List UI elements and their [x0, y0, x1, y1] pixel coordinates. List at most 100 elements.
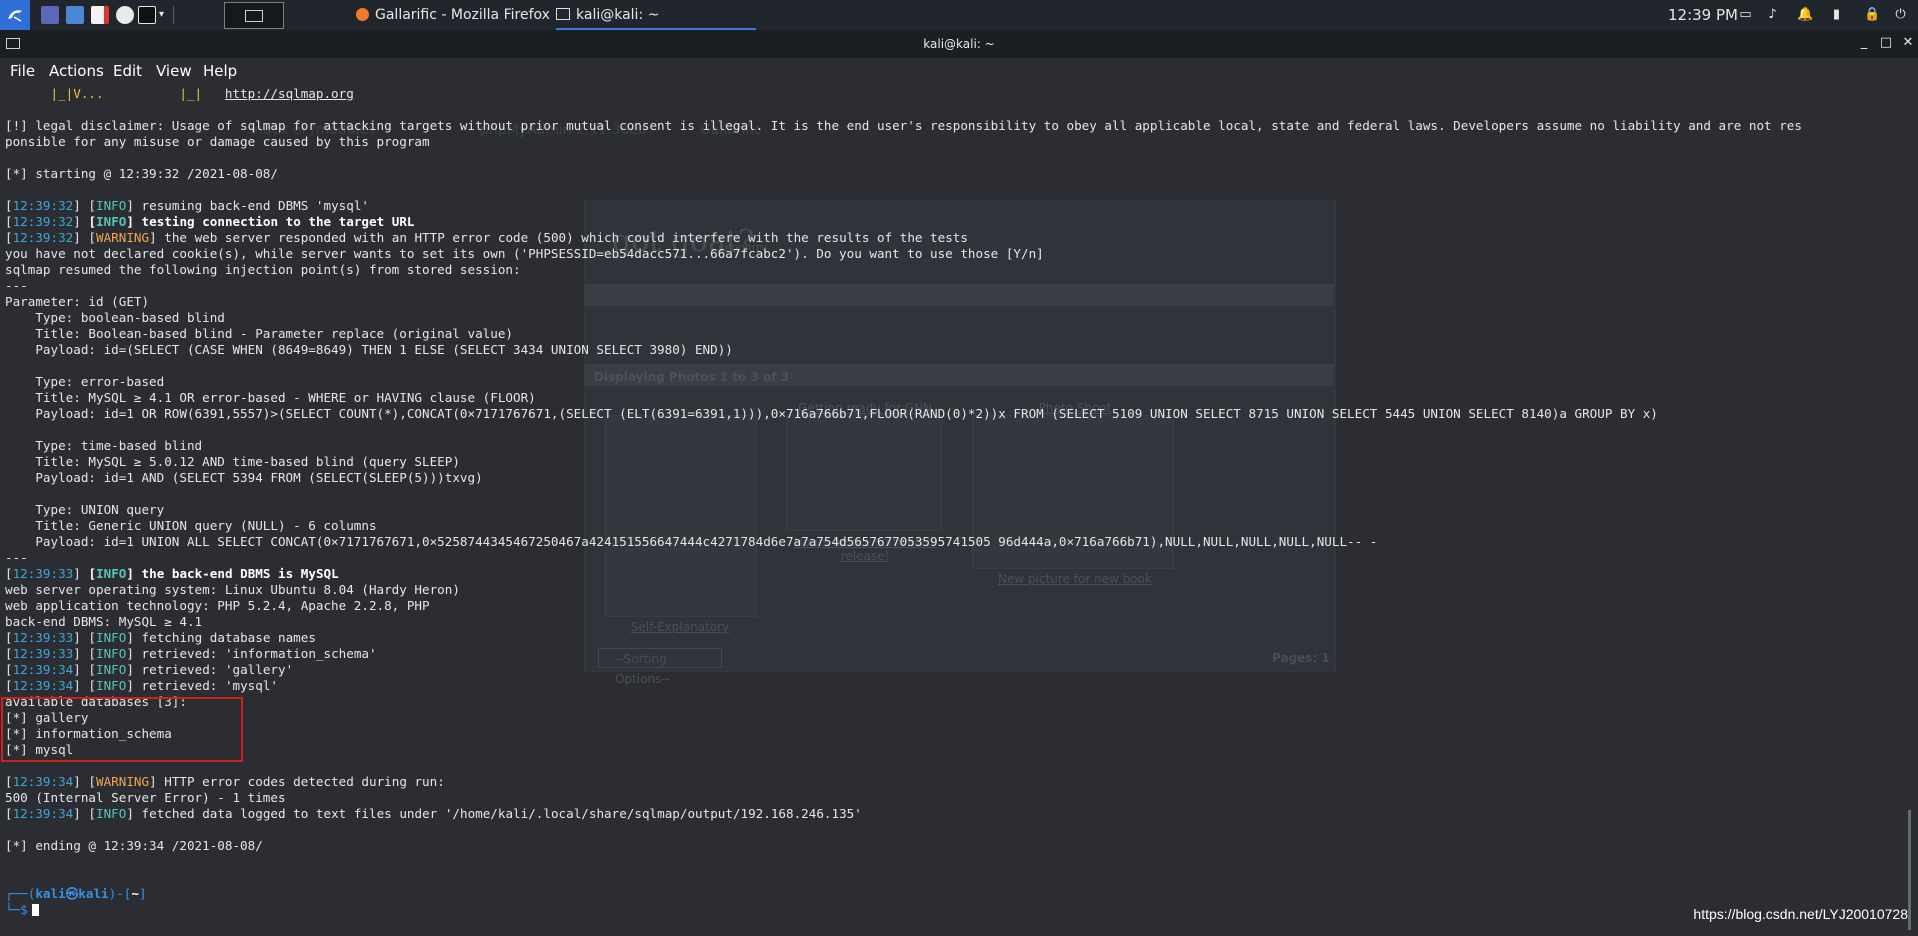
log-level: INFO	[96, 214, 127, 229]
file-manager-icon[interactable]	[66, 6, 84, 24]
tech-line: web application technology: PHP 5.2.4, A…	[5, 598, 430, 613]
menu-edit[interactable]: Edit	[113, 62, 142, 80]
terminal-icon[interactable]	[138, 6, 156, 24]
log-level: INFO	[96, 806, 127, 821]
battery-icon[interactable]: ▮	[1829, 7, 1844, 22]
parameter-line: Parameter: id (GET)	[5, 294, 150, 309]
panel-separator	[173, 6, 174, 24]
timestamp: 12:39:33	[12, 646, 74, 661]
firefox-icon[interactable]	[116, 6, 134, 24]
timestamp: 12:39:34	[12, 662, 74, 677]
log-level: INFO	[96, 678, 127, 693]
volume-icon[interactable]: ♪	[1765, 7, 1780, 22]
log-level: INFO	[96, 566, 127, 581]
kali-menu-icon[interactable]	[0, 0, 30, 30]
disclaimer-line: [!] legal disclaimer: Usage of sqlmap fo…	[5, 118, 1802, 133]
window-title: kali@kali: ~	[923, 37, 995, 51]
power-icon[interactable]: ⏻	[1893, 7, 1908, 22]
chevron-down-icon[interactable]: ▾	[159, 6, 169, 24]
log-level: INFO	[96, 662, 127, 677]
log-message: the back-end DBMS is MySQL	[133, 566, 339, 581]
log-level: INFO	[96, 630, 127, 645]
log-level: INFO	[96, 198, 127, 213]
inj-payload: Payload: id=1 AND (SELECT 5394 FROM (SEL…	[5, 470, 483, 485]
top-panel: ▾ Gallarific - Mozilla Firefox kali@kali…	[0, 0, 1918, 30]
separator-line: ---	[5, 550, 28, 565]
menubar: File Actions Edit View Help	[0, 58, 1918, 84]
window-titlebar[interactable]: kali@kali: ~ _ □ ✕	[0, 30, 1918, 58]
banner-art: |_|V... |_|	[50, 86, 203, 101]
log-line: [12:39:32] [INFO] testing connection to …	[5, 214, 415, 229]
log-line: [12:39:33] [INFO] fetching database name…	[5, 630, 316, 645]
timestamp: 12:39:34	[12, 678, 74, 693]
desktop-icon[interactable]	[41, 6, 59, 24]
disclaimer-line: ponsible for any misuse or damage caused…	[5, 134, 430, 149]
prompt-at: ㉿	[65, 886, 79, 901]
inj-title: Title: Generic UNION query (NULL) - 6 co…	[5, 518, 377, 533]
log-message: testing connection to the target URL	[133, 214, 415, 229]
menu-view[interactable]: View	[156, 62, 192, 80]
terminal-output[interactable]: |_|V... |_| http://sqlmap.org [!] legal …	[5, 84, 1905, 924]
prompt-close: ]	[138, 886, 147, 901]
timestamp: 12:39:32	[12, 214, 74, 229]
log-line: [12:39:34] [INFO] retrieved: 'mysql'	[5, 678, 279, 693]
separator-line: ---	[5, 278, 28, 293]
menu-actions[interactable]: Actions	[49, 62, 104, 80]
log-message: the web server responded with an HTTP er…	[156, 230, 968, 245]
ending-line: [*] ending @ 12:39:34 /2021-08-08/	[5, 838, 263, 853]
prompt-line-2[interactable]: └─$	[5, 902, 39, 918]
databases-highlight-box	[1, 697, 243, 762]
taskbar-terminal[interactable]: kali@kali: ~	[556, 0, 756, 30]
log-message: retrieved: 'mysql'	[133, 678, 279, 693]
menu-help[interactable]: Help	[203, 62, 237, 80]
lock-icon[interactable]: 🔒	[1864, 7, 1880, 22]
banner-url[interactable]: http://sqlmap.org	[225, 86, 354, 101]
timestamp: 12:39:32	[12, 198, 74, 213]
timestamp: 12:39:33	[12, 566, 74, 581]
prompt-open: ┌──(	[5, 886, 36, 901]
log-line: [12:39:34] [INFO] fetched data logged to…	[5, 806, 862, 821]
cookie-question: you have not declared cookie(s), while s…	[5, 246, 1044, 261]
log-line: [12:39:34] [WARNING] HTTP error codes de…	[5, 774, 445, 789]
log-line: [12:39:33] [INFO] retrieved: 'informatio…	[5, 646, 377, 661]
prompt-mid: )-[	[108, 886, 132, 901]
workspace-switcher[interactable]	[224, 2, 284, 29]
menu-file[interactable]: File	[10, 62, 35, 80]
log-level: WARNING	[96, 230, 150, 245]
display-icon[interactable]: ▭	[1738, 7, 1753, 22]
clock[interactable]: 12:39 PM	[1668, 0, 1738, 30]
log-message: fetched data logged to text files under …	[133, 806, 862, 821]
close-button[interactable]: ✕	[1900, 35, 1916, 51]
log-level: INFO	[96, 646, 127, 661]
taskbar-firefox-label: Gallarific - Mozilla Firefox	[375, 7, 550, 23]
log-message: resuming back-end DBMS 'mysql'	[133, 198, 369, 213]
maximize-button[interactable]: □	[1878, 35, 1894, 51]
prompt-dir: ~	[131, 886, 139, 901]
log-level: WARNING	[96, 774, 150, 789]
dbms-line: back-end DBMS: MySQL ≥ 4.1	[5, 614, 203, 629]
inj-type: Type: error-based	[5, 374, 165, 389]
inj-title: Title: Boolean-based blind - Parameter r…	[5, 326, 513, 341]
log-message: retrieved: 'gallery'	[133, 662, 294, 677]
watermark: https://blog.csdn.net/LYJ20010728	[1693, 906, 1908, 922]
notification-bell-icon[interactable]: 🔔	[1797, 7, 1813, 22]
minimize-button[interactable]: _	[1856, 35, 1872, 51]
log-line: [12:39:32] [INFO] resuming back-end DBMS…	[5, 198, 369, 213]
terminal-scrollbar[interactable]	[1908, 810, 1911, 930]
timestamp: 12:39:33	[12, 630, 74, 645]
inj-payload: Payload: id=1 UNION ALL SELECT CONCAT(0×…	[5, 534, 1378, 549]
os-line: web server operating system: Linux Ubunt…	[5, 582, 460, 597]
log-message: fetching database names	[133, 630, 316, 645]
prompt-user: kali	[35, 886, 66, 901]
log-line: [12:39:34] [INFO] retrieved: 'gallery'	[5, 662, 294, 677]
inj-type: Type: time-based blind	[5, 438, 203, 453]
inj-type: Type: UNION query	[5, 502, 165, 517]
taskbar-firefox[interactable]: Gallarific - Mozilla Firefox	[356, 0, 550, 30]
resumed-line: sqlmap resumed the following injection p…	[5, 262, 521, 277]
text-editor-icon[interactable]	[91, 6, 109, 24]
taskbar-terminal-label: kali@kali: ~	[576, 7, 660, 23]
log-line: [12:39:33] [INFO] the back-end DBMS is M…	[5, 566, 339, 581]
inj-payload: Payload: id=(SELECT (CASE WHEN (8649=864…	[5, 342, 733, 357]
timestamp: 12:39:34	[12, 806, 74, 821]
prompt-line-1: ┌──(kali㉿kali)-[~]	[5, 886, 147, 902]
